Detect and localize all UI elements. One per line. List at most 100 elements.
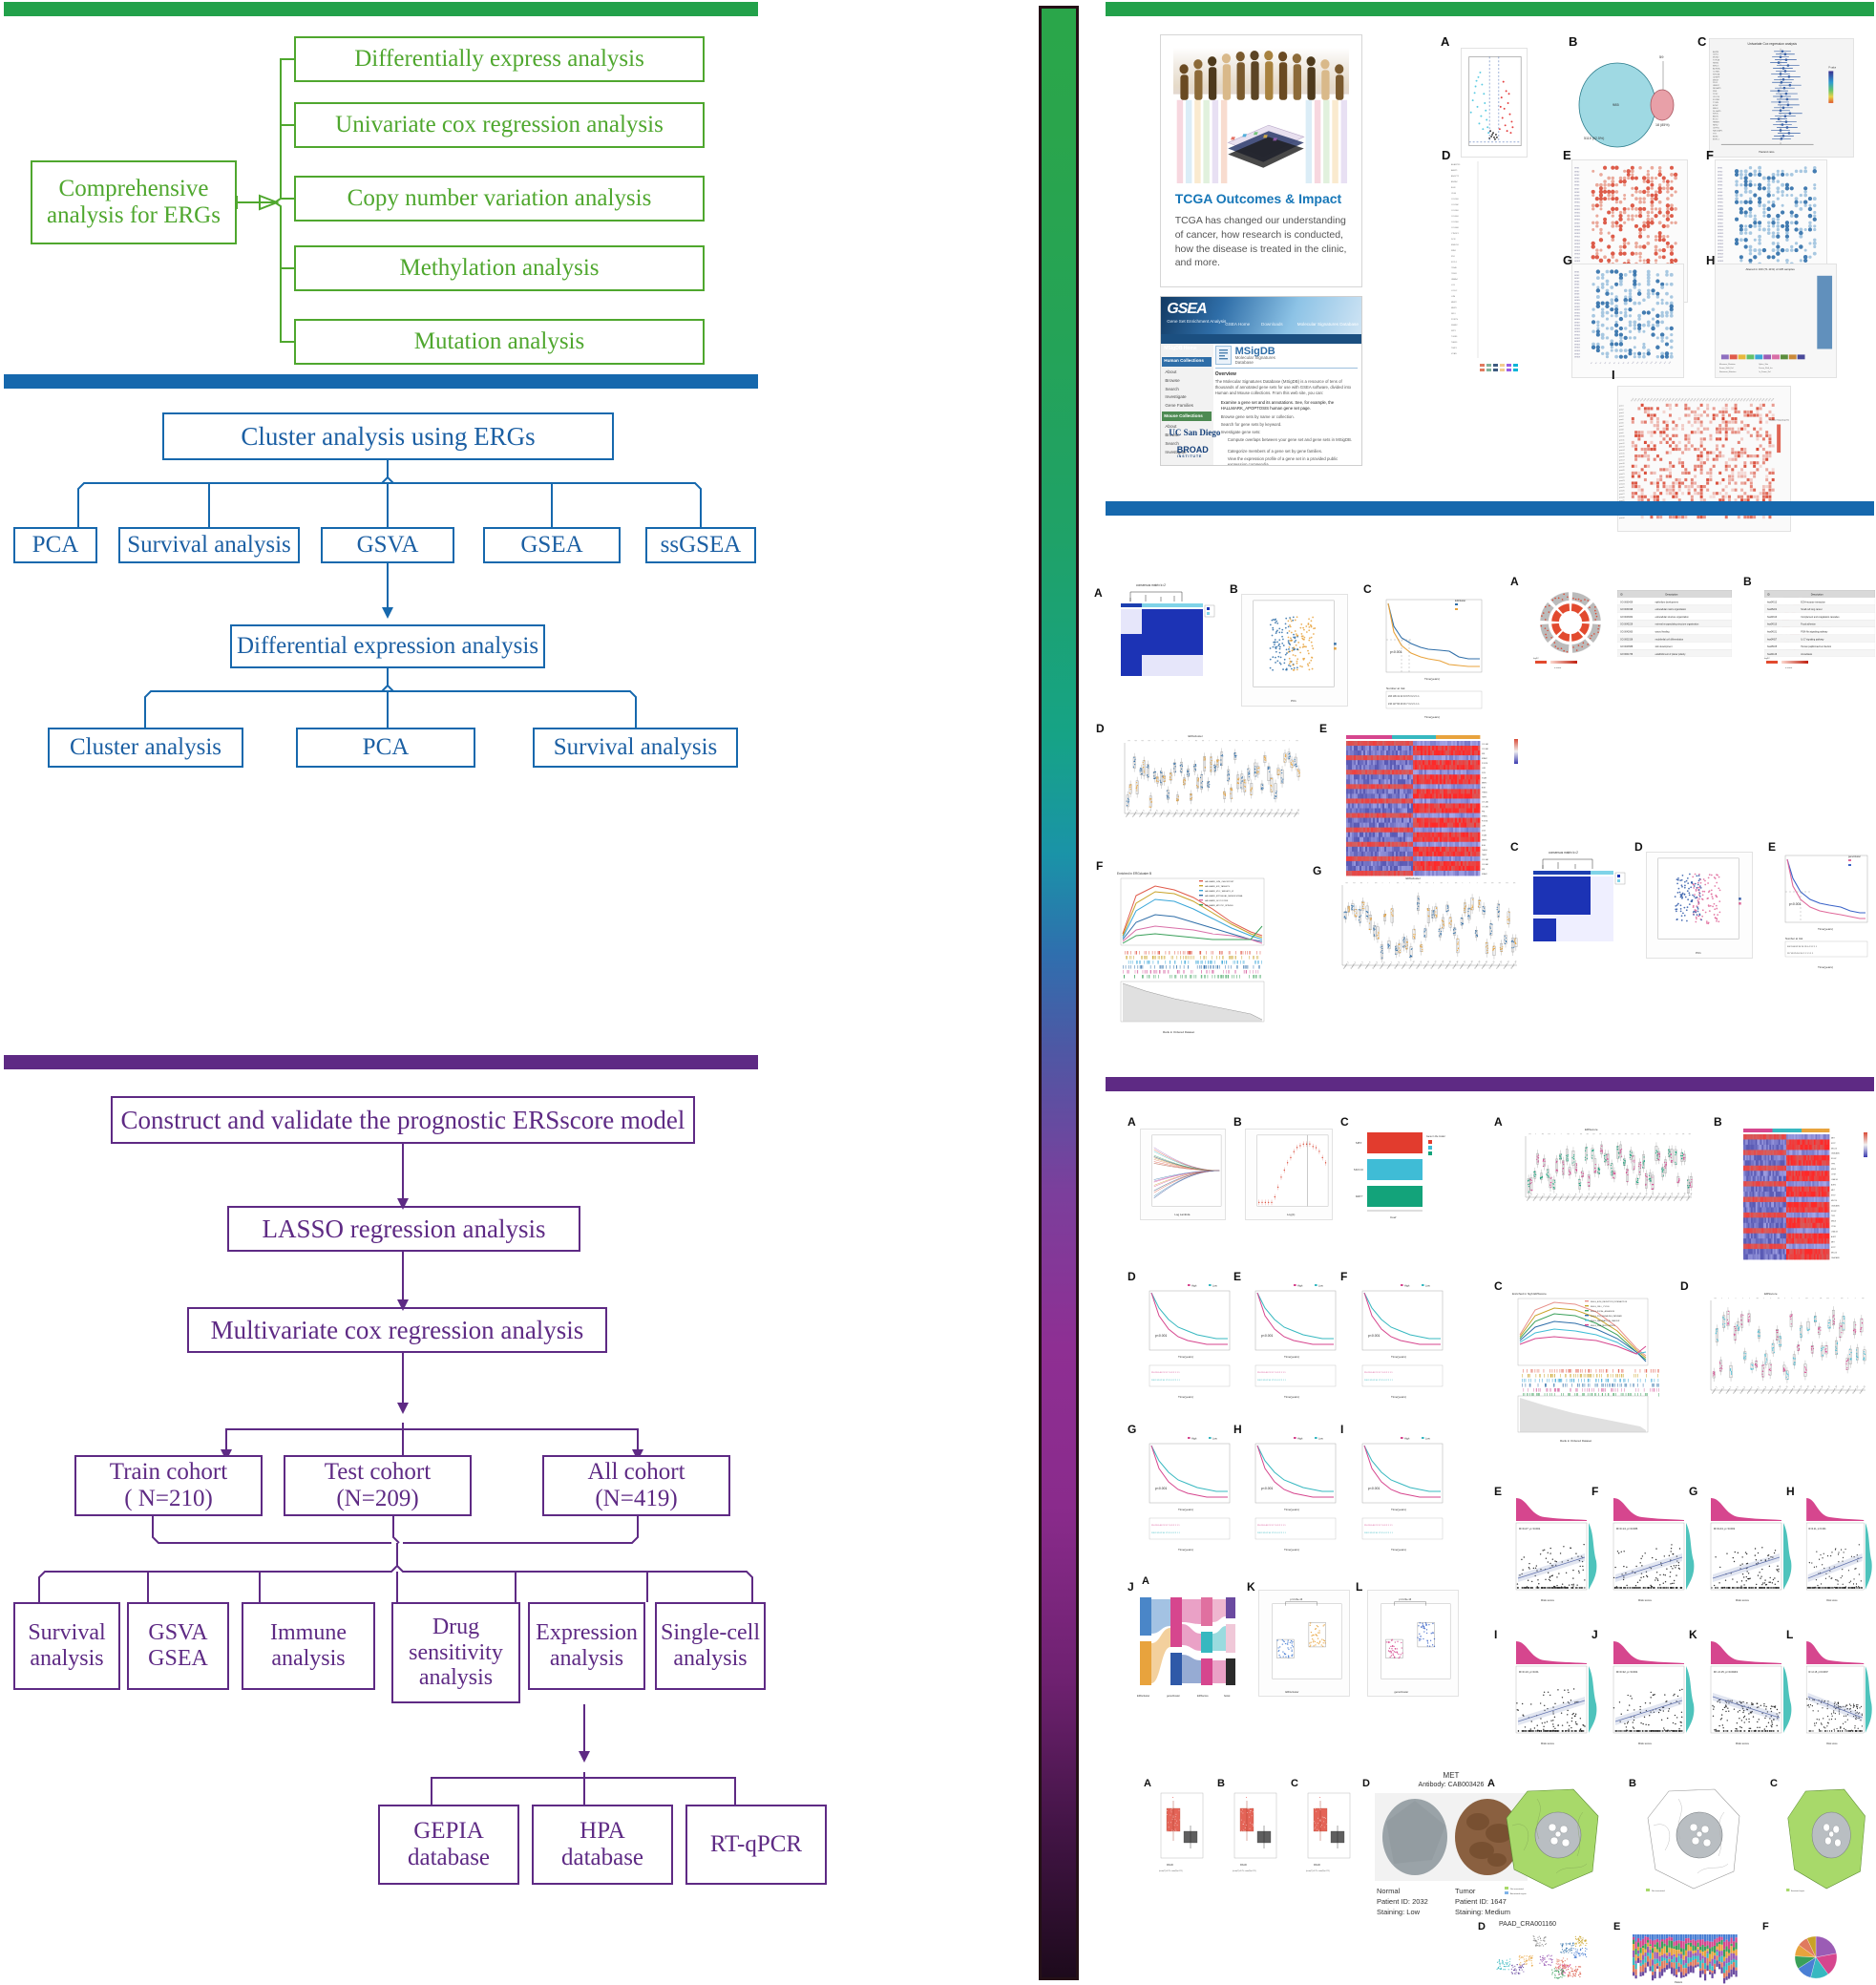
- gsea-nav-downloads[interactable]: Downloads: [1261, 322, 1283, 327]
- blue-results-band: [1106, 501, 1874, 516]
- svg-text:GENE28: GENE28: [1574, 357, 1580, 359]
- svg-text:Missense_Mutation: Missense_Mutation: [1719, 363, 1736, 366]
- purple-section-band: [4, 1055, 758, 1069]
- blue-r-table-a-go: ID Description GO:0060429 epithelium develo…: [1617, 590, 1732, 657]
- svg-text:gene17: gene17: [1619, 460, 1625, 462]
- svg-text:GENE23: GENE23: [1574, 341, 1580, 343]
- blue-l2-survival-analysis[interactable]: Survival analysis: [533, 728, 738, 768]
- green-fig-c-forest-plot: Univariate Cox regression analysis ASPM …: [1709, 38, 1854, 158]
- svg-text:GENE25: GENE25: [1718, 250, 1723, 252]
- svg-text:***: ***: [1269, 741, 1272, 743]
- ucsd-logo: UC San Diego: [1169, 428, 1221, 438]
- purple-l-fig-j-sankey: ERGcluster geneCluster ERSscore fustat: [1136, 1590, 1241, 1709]
- svg-text:GENE11: GENE11: [1574, 304, 1580, 306]
- purple-db-hpa[interactable]: HPA database: [532, 1805, 673, 1885]
- purple-cohort-all[interactable]: All cohort (N=419): [542, 1455, 730, 1516]
- blue-l1-survival-analysis[interactable]: Survival analysis: [118, 527, 300, 563]
- blue-l2-pca[interactable]: PCA: [296, 728, 475, 768]
- svg-text:GENE16: GENE16: [1574, 319, 1580, 321]
- purple-root-box[interactable]: Construct and validate the prognostic ER…: [111, 1096, 695, 1144]
- purple-db-gepia[interactable]: GEPIA database: [378, 1805, 519, 1885]
- svg-text:GENE13: GENE13: [1574, 309, 1580, 311]
- purple-r-label-j: J: [1591, 1628, 1598, 1641]
- purple-analysis-immune[interactable]: Immune analysis: [242, 1602, 375, 1690]
- svg-text:*: *: [1155, 741, 1156, 743]
- svg-text:gene3: gene3: [1619, 412, 1624, 414]
- svg-text:SPARC: SPARC: [1482, 757, 1488, 760]
- green-item-methylation[interactable]: Methylation analysis: [294, 245, 705, 291]
- svg-text:gene22: gene22: [1619, 476, 1625, 478]
- blue-mid-box[interactable]: Differential expression analysis: [230, 624, 545, 668]
- svg-text:gene20: gene20: [1619, 470, 1625, 472]
- svg-text:***: ***: [1229, 741, 1232, 743]
- svg-text:gene2: gene2: [1619, 409, 1624, 411]
- gsea-human-search[interactable]: Search: [1165, 387, 1179, 391]
- svg-text:***: ***: [1215, 741, 1218, 743]
- cohort-train-line1: Train cohort: [109, 1459, 228, 1485]
- svg-text:CD44: CD44: [1451, 193, 1457, 195]
- cohort-test-line2: (N=209): [336, 1486, 419, 1511]
- purple-r-label-a: A: [1494, 1115, 1503, 1129]
- blue-l1-gsva[interactable]: GSVA: [321, 527, 454, 563]
- svg-text:TIMP1: TIMP1: [1451, 348, 1458, 349]
- svg-text:MMP2: MMP2: [1482, 782, 1486, 784]
- green-fig-label-a: A: [1441, 34, 1450, 49]
- svg-text:LUM: LUM: [1482, 768, 1486, 770]
- gsea-human-gene-families[interactable]: Gene Families: [1165, 403, 1193, 408]
- svg-text:THBS1: THBS1: [1482, 850, 1487, 852]
- msigdb-bullet-2: Browse gene sets by name or collection.: [1220, 414, 1295, 420]
- purple-analysis-expression[interactable]: Expression analysis: [528, 1602, 645, 1690]
- blue-l2-cluster-analysis[interactable]: Cluster analysis: [48, 728, 243, 768]
- svg-text:GENE14: GENE14: [1718, 212, 1723, 214]
- svg-text:GENE23: GENE23: [1718, 243, 1723, 245]
- svg-text:GENE6: GENE6: [1574, 287, 1579, 289]
- green-fig-label-h: H: [1706, 253, 1716, 267]
- purple-multivariate-box[interactable]: Multivariate cox regression analysis: [187, 1307, 607, 1353]
- gsea-human-investigate[interactable]: Investigate: [1165, 394, 1186, 399]
- svg-text:COL1A1: COL1A1: [1482, 800, 1488, 803]
- green-item-univariate-cox[interactable]: Univariate cox regression analysis: [294, 102, 705, 148]
- svg-text:GENE11: GENE11: [1574, 202, 1580, 204]
- purple-r-fig-f-scatter: R=0.14, p=0.005 Risk score: [1604, 1494, 1696, 1607]
- svg-text:GENE21: GENE21: [1718, 237, 1723, 239]
- blue-root-box[interactable]: Cluster analysis using ERGs: [162, 412, 614, 460]
- blue-l1-ssgsea[interactable]: ssGSEA: [645, 527, 756, 563]
- green-item-cnv[interactable]: Copy number variation analysis: [294, 176, 705, 222]
- blue-l-fig-c-km-curve: p<0.001 ERcluster Time(years) Number at …: [1373, 594, 1497, 728]
- gsea-human-about[interactable]: About: [1165, 370, 1176, 374]
- svg-text:GENE20: GENE20: [1574, 233, 1580, 235]
- green-root-box[interactable]: Comprehensive analysis for ERGs: [31, 160, 237, 244]
- svg-text:***: ***: [1262, 741, 1265, 743]
- svg-text:GENE8: GENE8: [1718, 192, 1722, 194]
- analysis-drug-line3: analysis: [418, 1665, 494, 1691]
- gsea-human-browse[interactable]: Browse: [1165, 378, 1179, 383]
- purple-cohort-train[interactable]: Train cohort ( N=210): [74, 1455, 263, 1516]
- purple-lasso-box[interactable]: LASSO regression analysis: [227, 1206, 580, 1252]
- purple-cohort-test[interactable]: Test cohort (N=209): [284, 1455, 472, 1516]
- svg-text:COL1A2: COL1A2: [1451, 203, 1460, 206]
- figure-root: Comprehensive analysis for ERGs Differen…: [0, 0, 1876, 1985]
- purple-analysis-single-cell[interactable]: Single-cell analysis: [655, 1602, 766, 1690]
- svg-text:Altered in 160 (71.11%) of 225: Altered in 160 (71.11%) of 225 samples: [1746, 267, 1796, 271]
- green-item-mutation[interactable]: Mutation analysis: [294, 319, 705, 365]
- svg-text:CCNB1: CCNB1: [1713, 71, 1720, 73]
- purple-analysis-gsva-gsea[interactable]: GSVA GSEA: [127, 1602, 229, 1690]
- svg-text:GENE9: GENE9: [1718, 195, 1722, 197]
- blue-l1-gsea[interactable]: GSEA: [483, 527, 621, 563]
- purple-l-label-b: B: [1233, 1115, 1242, 1129]
- svg-text:Feature_11: Feature_11: [1192, 809, 1200, 818]
- svg-text:GENE20: GENE20: [1718, 233, 1723, 235]
- gsea-nav-gsea-home[interactable]: GSEA Home: [1225, 322, 1250, 327]
- blue-l1-pca[interactable]: PCA: [13, 527, 97, 563]
- sc-fig-e-stacked-bar: Patient: [1625, 1931, 1749, 1985]
- purple-l-fig-c-gene-bars: MET MUC16 KRT7 Gene in the model Coef: [1350, 1129, 1453, 1220]
- svg-text:gene9: gene9: [1619, 433, 1624, 434]
- svg-text:***: ***: [1282, 741, 1285, 743]
- svg-text:gene10: gene10: [1619, 436, 1625, 438]
- purple-analysis-drug-sensitivity[interactable]: Drug sensitivity analysis: [391, 1602, 520, 1703]
- svg-text:ESPL1: ESPL1: [1713, 138, 1720, 140]
- gsea-nav-msigdb[interactable]: Molecular Signatures Database: [1297, 322, 1359, 327]
- purple-db-rtqpcr[interactable]: RT-qPCR: [685, 1805, 827, 1885]
- green-item-differential-expression[interactable]: Differentially express analysis: [294, 36, 705, 82]
- purple-analysis-survival[interactable]: Survival analysis: [13, 1602, 120, 1690]
